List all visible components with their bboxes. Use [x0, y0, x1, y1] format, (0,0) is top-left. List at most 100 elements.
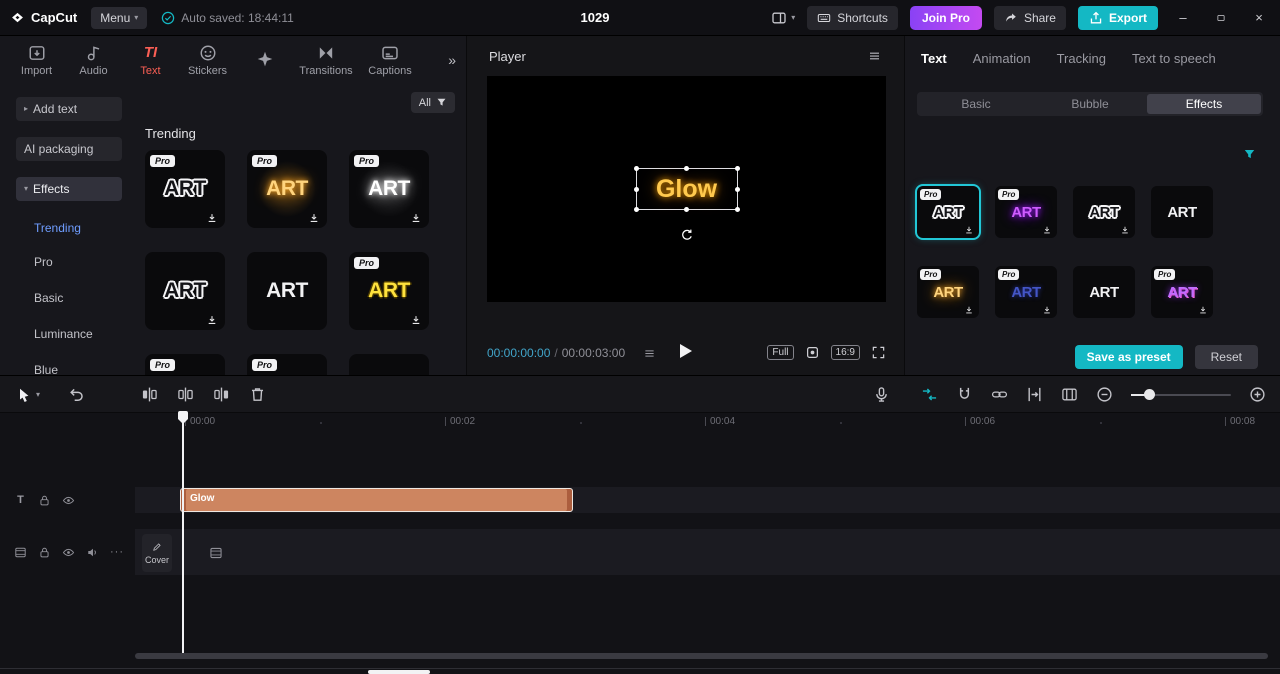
resize-handle[interactable]	[734, 186, 740, 192]
collapse-panel-icon[interactable]: »	[448, 52, 456, 68]
layout-switch-button[interactable]: ▾	[771, 10, 795, 26]
timeline-ruler[interactable]: 00:00 00:02 00:04 00:06 00:08	[0, 413, 1280, 431]
menu-button[interactable]: Menu ▾	[91, 6, 148, 29]
split-keep-right-icon[interactable]	[213, 386, 230, 403]
select-tool-button[interactable]: ▾	[16, 387, 40, 403]
timeline-tools-right	[921, 386, 1266, 403]
tab-stickers[interactable]: Stickers	[179, 44, 236, 77]
eye-icon[interactable]	[62, 546, 75, 559]
tab-transitions[interactable]: Transitions	[293, 44, 359, 77]
effect-preset-item[interactable]: ART	[1073, 266, 1135, 318]
effect-preset-item[interactable]: ART	[1151, 186, 1213, 238]
text-effect-item[interactable]: Pro	[247, 354, 327, 375]
sidebar-item-effects[interactable]: ▾ Effects	[16, 177, 122, 201]
render-preview-toggle-icon[interactable]	[1061, 386, 1078, 403]
tab-import[interactable]: Import	[8, 44, 65, 77]
resize-handle[interactable]	[684, 207, 689, 212]
effect-preset-item[interactable]: Pro ART	[995, 186, 1057, 238]
magnet-toggle-icon[interactable]	[956, 386, 973, 403]
tab-captions[interactable]: Captions	[359, 44, 421, 77]
reset-button[interactable]: Reset	[1194, 345, 1258, 369]
sidebar-sub-blue[interactable]: Blue	[34, 360, 58, 375]
tab-text[interactable]: TI Text	[122, 44, 179, 77]
join-pro-button[interactable]: Join Pro	[909, 5, 982, 30]
restore-button[interactable]	[1208, 13, 1234, 23]
text-selection-box[interactable]: Glow	[633, 166, 740, 212]
text-effect-item[interactable]	[349, 354, 429, 375]
rotate-handle-icon[interactable]	[680, 228, 694, 242]
timeline-zoom-slider[interactable]	[1131, 386, 1231, 403]
timeline-scrollbar[interactable]	[135, 653, 1268, 659]
effect-preset-item[interactable]: ART	[1073, 186, 1135, 238]
resize-handle[interactable]	[734, 166, 740, 171]
resize-handle[interactable]	[633, 166, 639, 171]
clip-list-icon[interactable]	[643, 348, 656, 359]
resize-handle[interactable]	[734, 207, 740, 212]
preset-filter-icon[interactable]	[1243, 148, 1256, 161]
record-voiceover-icon[interactable]	[873, 386, 890, 403]
video-track-lane[interactable]	[135, 529, 1280, 575]
player-menu-icon[interactable]	[867, 50, 882, 62]
video-viewport[interactable]: Glow	[487, 76, 886, 302]
play-button[interactable]	[680, 344, 692, 358]
tab-animation[interactable]: Animation	[973, 51, 1031, 66]
minimize-button[interactable]: –	[1170, 10, 1196, 25]
cover-button[interactable]: Cover	[142, 534, 172, 572]
save-as-preset-button[interactable]: Save as preset	[1074, 345, 1183, 369]
share-button[interactable]: Share	[993, 5, 1066, 30]
tab-text-settings[interactable]: Text	[921, 51, 947, 66]
sidebar-sub-luminance[interactable]: Luminance	[34, 324, 93, 344]
tab-effects[interactable]	[236, 50, 293, 71]
shortcuts-button[interactable]: Shortcuts	[807, 5, 898, 30]
zoom-out-icon[interactable]	[1096, 386, 1113, 403]
more-options-icon[interactable]: ···	[110, 546, 124, 558]
auto-ripple-toggle-icon[interactable]	[921, 386, 938, 403]
mute-icon[interactable]	[86, 546, 99, 559]
undo-icon[interactable]	[68, 386, 85, 403]
zoom-in-icon[interactable]	[1249, 386, 1266, 403]
resize-handle[interactable]	[633, 186, 639, 192]
delete-icon[interactable]	[249, 386, 266, 403]
subtab-effects[interactable]: Effects	[1147, 94, 1261, 114]
lock-icon[interactable]	[38, 546, 51, 559]
sidebar-sub-pro[interactable]: Pro	[34, 252, 53, 272]
sidebar-item-ai-packaging[interactable]: AI packaging	[16, 137, 122, 161]
sidebar-sub-basic[interactable]: Basic	[34, 288, 63, 308]
effect-preset-item[interactable]: Pro ART	[995, 266, 1057, 318]
subtab-basic[interactable]: Basic	[919, 94, 1033, 114]
fullscreen-icon[interactable]	[871, 345, 886, 360]
effect-preset-item[interactable]: Pro ART	[917, 186, 979, 238]
text-effect-item[interactable]: Pro ART	[349, 150, 429, 228]
text-effect-item[interactable]: ART	[247, 252, 327, 330]
aspect-ratio-button[interactable]: 16:9	[830, 345, 860, 360]
preview-axis-toggle-icon[interactable]	[1026, 386, 1043, 403]
tab-text-to-speech[interactable]: Text to speech	[1132, 51, 1216, 66]
effect-preset-item[interactable]: Pro ART	[917, 266, 979, 318]
canvas-text[interactable]: Glow	[637, 169, 737, 209]
text-effect-item[interactable]: Pro ART	[247, 150, 327, 228]
fit-canvas-icon[interactable]	[805, 345, 820, 360]
resize-handle[interactable]	[633, 207, 639, 212]
eye-icon[interactable]	[62, 494, 75, 507]
tab-tracking[interactable]: Tracking	[1057, 51, 1106, 66]
split-keep-left-icon[interactable]	[141, 386, 158, 403]
zoom-slider-knob[interactable]	[1144, 389, 1155, 400]
timeline-clip-glow[interactable]: Glow	[180, 488, 573, 512]
lock-icon[interactable]	[38, 494, 51, 507]
text-effect-item[interactable]: ART	[145, 252, 225, 330]
split-icon[interactable]	[177, 386, 194, 403]
link-toggle-icon[interactable]	[991, 386, 1008, 403]
text-effect-item[interactable]: Pro	[145, 354, 225, 375]
tab-audio[interactable]: Audio	[65, 44, 122, 77]
sidebar-sub-trending[interactable]: Trending	[34, 218, 81, 238]
full-button[interactable]: Full	[767, 345, 794, 360]
filter-all-button[interactable]: All	[410, 92, 455, 113]
sidebar-item-add-text[interactable]: ▸ Add text	[16, 97, 122, 121]
text-effect-item[interactable]: Pro ART	[349, 252, 429, 330]
export-button[interactable]: Export	[1077, 5, 1158, 30]
subtab-bubble[interactable]: Bubble	[1033, 94, 1147, 114]
text-effect-item[interactable]: Pro ART	[145, 150, 225, 228]
close-button[interactable]: ×	[1246, 10, 1272, 25]
effect-preset-item[interactable]: Pro ART	[1151, 266, 1213, 318]
resize-handle[interactable]	[684, 166, 689, 171]
